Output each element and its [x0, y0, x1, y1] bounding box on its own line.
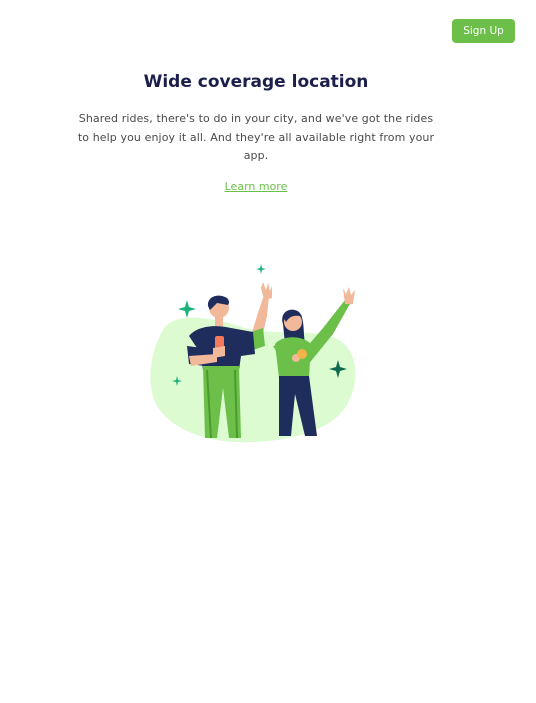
hero-description: Shared rides, there's to do in your city… [77, 112, 435, 162]
learn-more-link[interactable]: Learn more [225, 180, 288, 193]
page-title: Wide coverage location [143, 72, 369, 92]
sign-up-button[interactable]: Sign Up [452, 19, 515, 43]
sparkle-icon [178, 300, 196, 318]
people-waving-illustration [150, 264, 356, 443]
page: Sign Up Wide coverage location Shared ri… [0, 0, 536, 703]
sparkle-icon [256, 264, 266, 274]
hero-section: Wide coverage location Shared rides, the… [0, 68, 512, 194]
